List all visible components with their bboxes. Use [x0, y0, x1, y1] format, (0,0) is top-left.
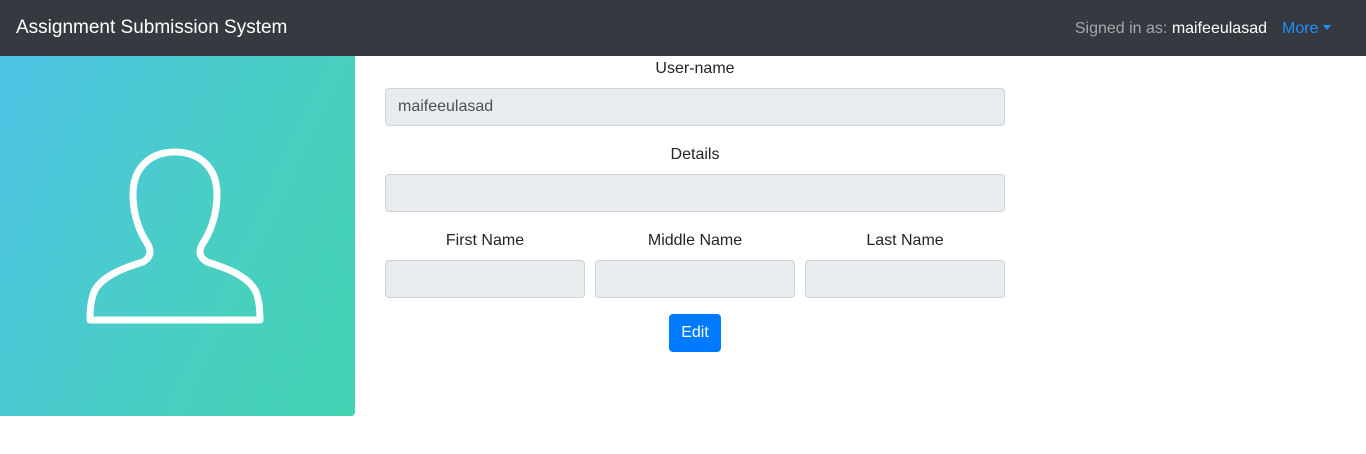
username-label: User-name	[655, 60, 735, 77]
signed-in-prefix: Signed in as:	[1074, 20, 1168, 37]
last-name-label: Last Name	[866, 232, 944, 249]
app-brand[interactable]: Assignment Submission System	[16, 16, 287, 40]
signed-in-username: maifeeulasad	[1171, 20, 1267, 37]
details-field[interactable]	[385, 174, 1005, 212]
more-dropdown[interactable]: More	[1282, 19, 1332, 39]
username-field[interactable]: maifeeulasad	[385, 88, 1005, 126]
edit-button[interactable]: Edit	[669, 314, 721, 352]
more-dropdown-label: More	[1282, 20, 1319, 37]
middle-name-field[interactable]	[595, 260, 795, 298]
middle-name-label: Middle Name	[647, 232, 743, 249]
details-label: Details	[670, 146, 720, 163]
caret-down-icon	[1323, 25, 1332, 30]
signed-in-status: Signed in as: maifeeulasad	[1075, 19, 1267, 39]
first-name-field[interactable]	[385, 260, 585, 298]
first-name-label: First Name	[445, 232, 525, 249]
profile-avatar-panel	[0, 56, 355, 416]
last-name-field[interactable]	[805, 260, 1005, 298]
user-outline-icon	[86, 148, 264, 324]
top-navbar: Assignment Submission System Signed in a…	[0, 0, 1366, 56]
